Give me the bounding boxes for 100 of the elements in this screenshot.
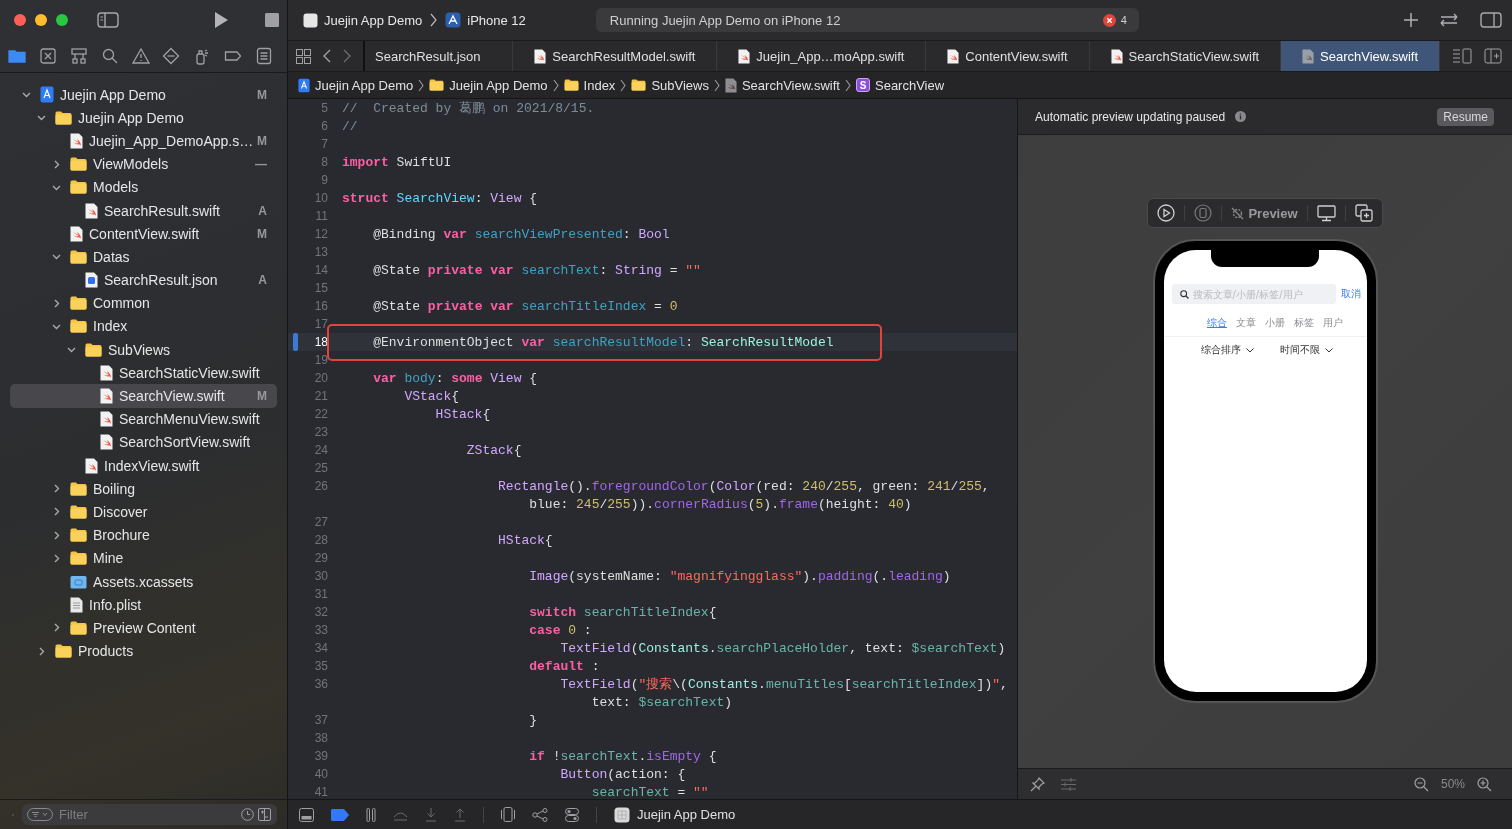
filter-input[interactable]: Filter [57,806,237,823]
monitor-icon[interactable] [1316,204,1336,222]
add-icon[interactable] [1404,13,1418,27]
forward-icon[interactable] [343,49,351,63]
navigator-row[interactable]: Preview Content [10,616,277,640]
duplicate-icon[interactable] [1354,204,1373,222]
clock-icon[interactable] [241,808,254,821]
navigator-row[interactable]: IndexView.swift [10,454,277,478]
navigator-row[interactable]: Brochure [10,523,277,547]
disclosure-chevron-icon[interactable] [52,252,61,262]
step-into-icon[interactable] [425,807,437,822]
navigator-row[interactable]: Juejin_App_DemoApp.s… M [10,129,277,153]
debug-target[interactable]: Juejin App Demo [637,807,736,822]
sliders-icon[interactable] [1061,777,1076,791]
close-window-button[interactable] [14,14,26,26]
navigator-project-icon[interactable] [8,47,26,65]
editor-tab[interactable]: ContentView.swift [926,41,1090,71]
category-tab[interactable]: 标签 [1294,316,1314,330]
resume-button[interactable]: Resume [1437,107,1494,126]
category-tab[interactable]: 用户 [1323,316,1343,330]
disclosure-chevron-icon[interactable] [22,90,31,100]
disclosure-chevron-icon[interactable] [37,113,46,123]
zoom-in-icon[interactable] [1477,776,1492,792]
jump-bar-item[interactable]: S SearchView [856,77,945,93]
navigator-tests-icon[interactable] [162,47,181,65]
editor-tab[interactable]: Juejin_App…moApp.swift [717,41,927,71]
preview-button[interactable]: Preview [1231,205,1298,221]
sort-dropdown[interactable]: 时间不限 [1280,343,1334,357]
navigator-row[interactable]: Common [10,291,277,315]
navigator-row[interactable]: SearchStaticView.swift [10,361,277,385]
category-tab[interactable]: 文章 [1236,316,1256,330]
navigator-issues-icon[interactable] [131,47,150,65]
device-selector[interactable]: iPhone 12 [467,12,526,28]
disclosure-chevron-icon[interactable] [52,298,61,308]
editor-tab[interactable]: SearchResult.json [365,41,514,71]
disclosure-chevron-icon[interactable] [52,159,61,169]
scheme-selector[interactable]: Juejin App Demo [324,12,423,28]
sidebar-toggle-icon[interactable] [97,12,119,28]
breakpoints-toggle-icon[interactable] [331,808,349,821]
navigator-find-icon[interactable] [100,47,119,65]
pin-icon[interactable] [1030,776,1045,792]
zoom-out-icon[interactable] [1413,776,1429,792]
navigator-row[interactable]: ContentView.swift M [10,222,277,246]
navigator-reports-icon[interactable] [255,47,273,65]
navigator-row[interactable]: SearchMenuView.swift [10,407,277,431]
navigator-row[interactable]: Assets.xcassets [10,569,277,594]
environment-icon[interactable] [565,807,579,822]
console-toggle-icon[interactable] [299,807,314,822]
category-tab[interactable]: 综合 [1207,316,1227,330]
navigator-source-control-icon[interactable] [38,47,57,65]
info-icon[interactable] [1235,111,1247,122]
editor-tab[interactable]: SearchResultModel.swift [513,41,718,71]
run-icon[interactable] [213,11,229,29]
memory-graph-icon[interactable] [532,807,548,822]
navigator-row[interactable]: Models [10,175,277,199]
disclosure-chevron-icon[interactable] [67,345,76,355]
live-preview-icon[interactable] [1157,204,1176,222]
navigator-row[interactable]: Index [10,314,277,339]
filter-options-icon[interactable] [27,808,53,821]
navigator-row[interactable]: Discover [10,500,277,524]
navigator-row[interactable]: SearchView.swift M [10,384,277,408]
jump-bar-item[interactable]: Index [563,77,616,93]
disclosure-chevron-icon[interactable] [52,530,61,540]
navigator-row[interactable]: Juejin App Demo M [10,83,277,107]
navigator-row[interactable]: SearchResult.swift A [10,198,277,223]
navigator-row[interactable]: Products [10,639,277,663]
editor-tab[interactable]: SearchView.swift [1281,41,1440,71]
cancel-link[interactable]: 取消 [1340,287,1361,301]
disclosure-chevron-icon[interactable] [52,507,61,517]
step-out-icon[interactable] [454,807,466,822]
back-icon[interactable] [323,49,331,63]
navigator-row[interactable]: Mine [10,546,277,570]
filter-field[interactable]: Filter [22,804,277,825]
navigator-row[interactable]: Info.plist [10,593,277,617]
jump-bar-item[interactable]: SearchView.swift [724,77,840,93]
disclosure-chevron-icon[interactable] [52,623,61,633]
editor-options-icon[interactable] [1452,48,1472,64]
navigator-row[interactable]: SearchResult.json A [10,268,277,292]
jump-bar-item[interactable]: Juejin App Demo [429,77,548,93]
navigator-row[interactable]: ViewModels — [10,152,277,176]
minimize-window-button[interactable] [35,14,47,26]
category-tab[interactable]: 小册 [1265,316,1285,330]
disclosure-chevron-icon[interactable] [52,553,61,563]
inspector-toggle-icon[interactable] [1480,12,1502,28]
plus-minus-icon[interactable] [258,808,271,821]
navigator-row[interactable]: Juejin App Demo [10,106,277,130]
navigator-row[interactable]: Datas [10,245,277,269]
navigator-row[interactable]: SubViews [10,338,277,362]
sort-dropdown[interactable]: 综合排序 [1200,343,1254,357]
add-editor-icon[interactable] [1484,48,1502,64]
navigator-row[interactable]: Boiling [10,477,277,501]
navigator-symbols-icon[interactable] [69,47,88,65]
device-icon[interactable] [1194,204,1213,222]
disclosure-chevron-icon[interactable] [52,484,61,494]
disclosure-chevron-icon[interactable] [37,646,46,656]
navigator-row[interactable]: SearchSortView.swift [10,430,277,454]
swap-arrows-icon[interactable] [1438,13,1460,27]
jump-bar-item[interactable]: SubViews [631,77,709,93]
view-hierarchy-icon[interactable] [501,807,515,822]
jump-bar-item[interactable]: Juejin App Demo [298,77,414,93]
